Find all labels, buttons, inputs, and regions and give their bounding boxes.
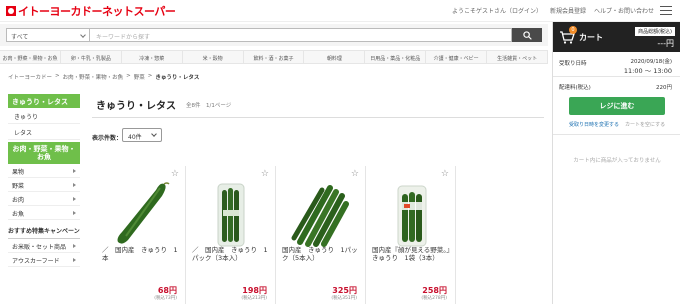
product-name[interactable]: 国内産『顔が見える野菜。』 きゅうり 1袋（3本） [372,246,456,262]
favorite-star-icon[interactable]: ☆ [351,169,359,179]
breadcrumb-current: きゅうり・レタス [155,75,200,81]
search-input[interactable]: キーワードから探す [90,28,512,42]
sidebar-item-cucumber[interactable]: きゅうり [8,108,80,124]
sidebar-feature-item[interactable]: お米販・セット商品 [8,239,80,253]
breadcrumb-sep: > [126,73,131,79]
delivery-fee-label: 配達料(税込) [559,85,591,91]
product-price-tax: (税込213円) [241,296,267,301]
cart-count-badge: 0 [569,26,577,34]
favorite-star-icon[interactable]: ☆ [441,169,449,179]
chevron-down-icon [151,131,157,137]
category-nav-item[interactable]: 朝料理 [304,51,366,63]
sidebar-item-fruit[interactable]: 果物 [8,164,80,178]
cart-header: 0 カート 商品総額(税込) ---円 [553,22,680,52]
product-image[interactable] [286,180,356,248]
favorite-star-icon[interactable]: ☆ [171,169,179,179]
breadcrumb-sep: > [55,73,60,79]
category-nav-item[interactable]: 飲料・酒・お菓子 [244,51,305,63]
help-link[interactable]: ヘルプ・お問い合わせ [594,6,654,15]
cart-panel: 0 カート 商品総額(税込) ---円 受取り日時 2020/09/18(金) … [552,22,680,304]
sidebar-item-vegetables[interactable]: 野菜 [8,178,80,192]
breadcrumb-sep: > [147,73,153,79]
cart-title: カート [579,33,603,42]
per-page-label: 表示件数： [92,135,123,142]
sidebar: きゅうり・レタス きゅうり レタス お肉・野菜・果物・お魚 果物 野菜 お肉 お… [8,94,80,267]
hamburger-menu-icon[interactable] [660,6,672,16]
product-grid: ☆ ／ 国内産 きゅうり 1本 68円 (税込73円) ☆ ／ 国内産 きゅうり… [96,166,456,304]
result-count: 全8件 1/1ページ [186,103,232,109]
delivery-fee: 220円 [656,85,672,91]
sidebar-item-meat[interactable]: お肉 [8,192,80,206]
checkout-button[interactable]: レジに進む [569,97,665,115]
featured-campaign-heading: おすすめ特集キャンペーン [8,226,80,239]
page-title: きゅうり・レタス [96,101,176,112]
per-page-value: 40件 [128,134,142,141]
category-nav-item[interactable]: お肉・野菜・果物・お魚 [0,51,61,63]
logo-mark-icon [6,6,16,16]
sidebar-item-lettuce[interactable]: レタス [8,124,80,140]
login-link[interactable]: ようこそゲストさん（ログイン） [452,6,542,15]
product-card[interactable]: ☆ 国内産 きゅうり 1パック（5本入） 325円 (税込351円) [276,166,366,304]
cart-total-label: 商品総額(税込) [635,27,675,36]
breadcrumb: イトーヨーカドー > お肉・野菜・果物・お魚 > 野菜 > きゅうり・レタス [8,73,199,81]
product-name[interactable]: 国内産 きゅうり 1パック（5本入） [282,246,360,262]
site-logo[interactable]: イトーヨーカドーネットスーパー [6,4,176,18]
category-nav-item[interactable]: 冷凍・惣菜 [122,51,183,63]
product-image[interactable] [376,180,446,248]
search-category-select[interactable]: すべて [6,28,90,42]
divider [553,134,680,135]
product-price-tax: (税込73円) [154,296,177,301]
category-nav-item[interactable]: 生活雑貨・ペット [487,51,549,63]
product-price-tax: (税込351円) [331,296,357,301]
category-nav-item[interactable]: 卵・牛乳・乳製品 [61,51,122,63]
product-card[interactable]: ☆ 国内産『顔が見える野菜。』 きゅうり 1袋（3本） 258円 (税込278円… [366,166,456,304]
sidebar-feature-item[interactable]: アウスカーフード [8,253,80,267]
search-category-value: すべて [11,34,29,41]
breadcrumb-link[interactable]: お肉・野菜・果物・お魚 [63,73,124,81]
category-nav-item[interactable]: 介護・健康・ベビー [426,51,488,63]
cart-empty-message: カート内に商品が入っておりません [573,158,661,164]
product-card[interactable]: ☆ ／ 国内産 きゅうり 1パック（3本入） 198円 (税込213円) [186,166,276,304]
product-image[interactable] [196,180,266,248]
search-button[interactable] [512,28,542,42]
category-nav: お肉・野菜・果物・お魚 卵・牛乳・乳製品 冷凍・惣菜 米・穀物 飲料・酒・お菓子… [0,50,549,64]
breadcrumb-link[interactable]: 野菜 [134,73,145,81]
divider [92,117,544,118]
delivery-date: 2020/09/18(金) [630,59,673,65]
divider [553,76,680,77]
chevron-down-icon [80,32,86,38]
sidebar-item-fish[interactable]: お魚 [8,206,80,220]
cart-total: ---円 [657,39,674,48]
category-nav-item[interactable]: 米・穀物 [183,51,244,63]
sidebar-current-category[interactable]: きゅうり・レタス [8,94,80,108]
product-image[interactable] [106,180,176,248]
header-links: ようこそゲストさん（ログイン） 新規会員登録 ヘルプ・お問い合わせ [452,6,654,15]
cart-links: 受取り日時を変更する カートを空にする [569,121,665,128]
product-name[interactable]: ／ 国内産 きゅうり 1本 [102,246,180,262]
clear-cart-link[interactable]: カートを空にする [625,121,665,128]
sidebar-parent-category[interactable]: お肉・野菜・果物・お魚 [8,142,80,164]
delivery-label: 受取り日時 [559,61,587,67]
search-bar: すべて キーワードから探す [0,24,548,46]
product-name[interactable]: ／ 国内産 きゅうり 1パック（3本入） [192,246,270,262]
favorite-star-icon[interactable]: ☆ [261,169,269,179]
change-delivery-link[interactable]: 受取り日時を変更する [569,121,619,128]
product-card[interactable]: ☆ ／ 国内産 きゅうり 1本 68円 (税込73円) [96,166,186,304]
search-icon [522,30,532,40]
category-nav-item[interactable]: 日用品・薬品・化粧品 [365,51,427,63]
register-link[interactable]: 新規会員登録 [550,6,586,15]
per-page-select[interactable]: 40件 [122,128,162,142]
logo-text: イトーヨーカドーネットスーパー [18,5,176,18]
top-bar: イトーヨーカドーネットスーパー ようこそゲストさん（ログイン） 新規会員登録 ヘ… [0,0,680,22]
product-price-tax: (税込278円) [421,296,447,301]
breadcrumb-link[interactable]: イトーヨーカドー [8,73,52,81]
delivery-time: 11:00 ～ 13:00 [623,67,672,75]
